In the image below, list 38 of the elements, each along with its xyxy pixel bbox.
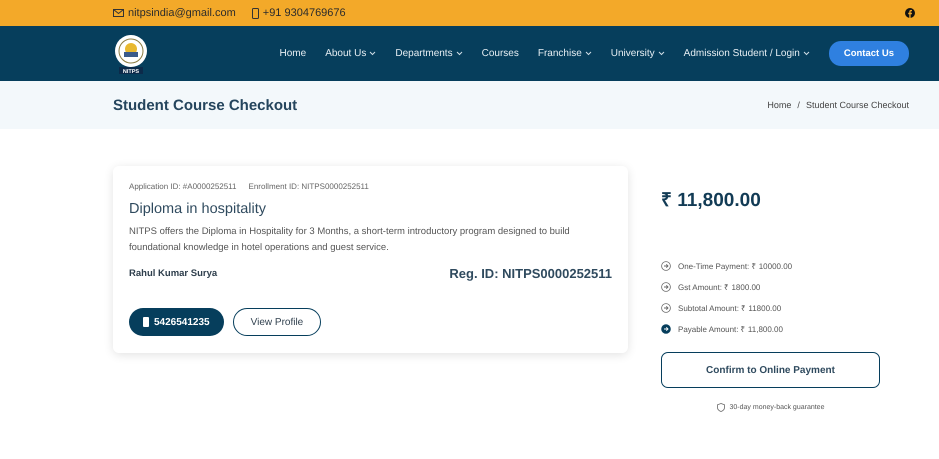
email-text: nitpsindia@gmail.com xyxy=(128,7,236,19)
phone-icon xyxy=(252,8,259,18)
phone-text: +91 9304769676 xyxy=(262,7,346,19)
chevron-icon xyxy=(584,51,592,56)
amount-line: Gst Amount: ₹ 1800.00 xyxy=(678,282,760,292)
confirm-payment-button[interactable]: Confirm to Online Payment xyxy=(661,352,880,388)
chevron-icon xyxy=(802,51,810,56)
reg-id: Reg. ID: NITPS0000252511 xyxy=(449,266,612,281)
chevron-icon xyxy=(658,51,665,56)
contact-us-button[interactable]: Contact Us xyxy=(828,41,909,66)
total-price: ₹ 11,800.00 xyxy=(661,189,762,212)
phone-button[interactable]: 5426541235 xyxy=(129,308,224,336)
nav-link[interactable]: Franchise xyxy=(538,48,592,59)
course-title: Diploma in hospitality xyxy=(129,201,268,217)
course-description: NITPS offers the Diploma in Hospitality for 3 Months, a short-term introductory program designed to build foundational knowledge in hotel operations and guest service. xyxy=(129,225,571,255)
nav-link[interactable]: Admission Student / Login xyxy=(684,48,810,59)
mail-icon xyxy=(113,9,124,17)
shield-icon xyxy=(716,403,725,412)
nav-link[interactable]: Courses xyxy=(482,48,519,59)
amount-line: Payable Amount: ₹ 11,800.00 xyxy=(678,324,783,334)
breadcrumb-link[interactable]: Home xyxy=(767,100,792,110)
application-id: Application ID: #A0000252511 xyxy=(129,182,236,191)
nav-link[interactable]: Departments xyxy=(395,48,463,59)
amount-line: Subtotal Amount: ₹ 11800.00 xyxy=(678,303,782,313)
student-name: Rahul Kumar Surya xyxy=(129,268,218,279)
enrollment-id: Enrollment ID: NITPS0000252511 xyxy=(248,182,369,191)
breadcrumb-current: Student Course Checkout xyxy=(806,100,909,110)
page-title: Student Course Checkout xyxy=(113,96,298,114)
nav-link[interactable]: University xyxy=(610,48,665,59)
nav-link[interactable]: Home xyxy=(280,48,306,59)
phone-icon xyxy=(143,317,149,327)
chevron-icon xyxy=(369,51,376,56)
view-profile-button[interactable]: View Profile xyxy=(232,308,322,336)
amount-line: One-Time Payment: ₹ 10000.00 xyxy=(678,261,792,271)
facebook-icon[interactable] xyxy=(905,8,915,18)
chevron-icon xyxy=(456,51,463,56)
breadcrumb-separator: / xyxy=(797,100,800,110)
nav-link[interactable]: About Us xyxy=(325,48,376,59)
